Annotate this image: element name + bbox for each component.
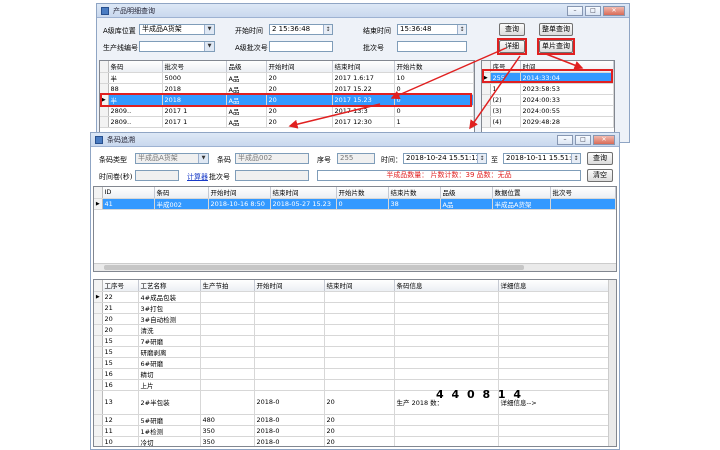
- arrow-to-trace-window-2: [469, 55, 521, 130]
- annotation-arrows: [288, 47, 584, 130]
- arrow-to-side-row: [545, 53, 584, 70]
- arrow-to-selected-row: [390, 47, 507, 100]
- arrow-to-trace-window: [288, 103, 381, 129]
